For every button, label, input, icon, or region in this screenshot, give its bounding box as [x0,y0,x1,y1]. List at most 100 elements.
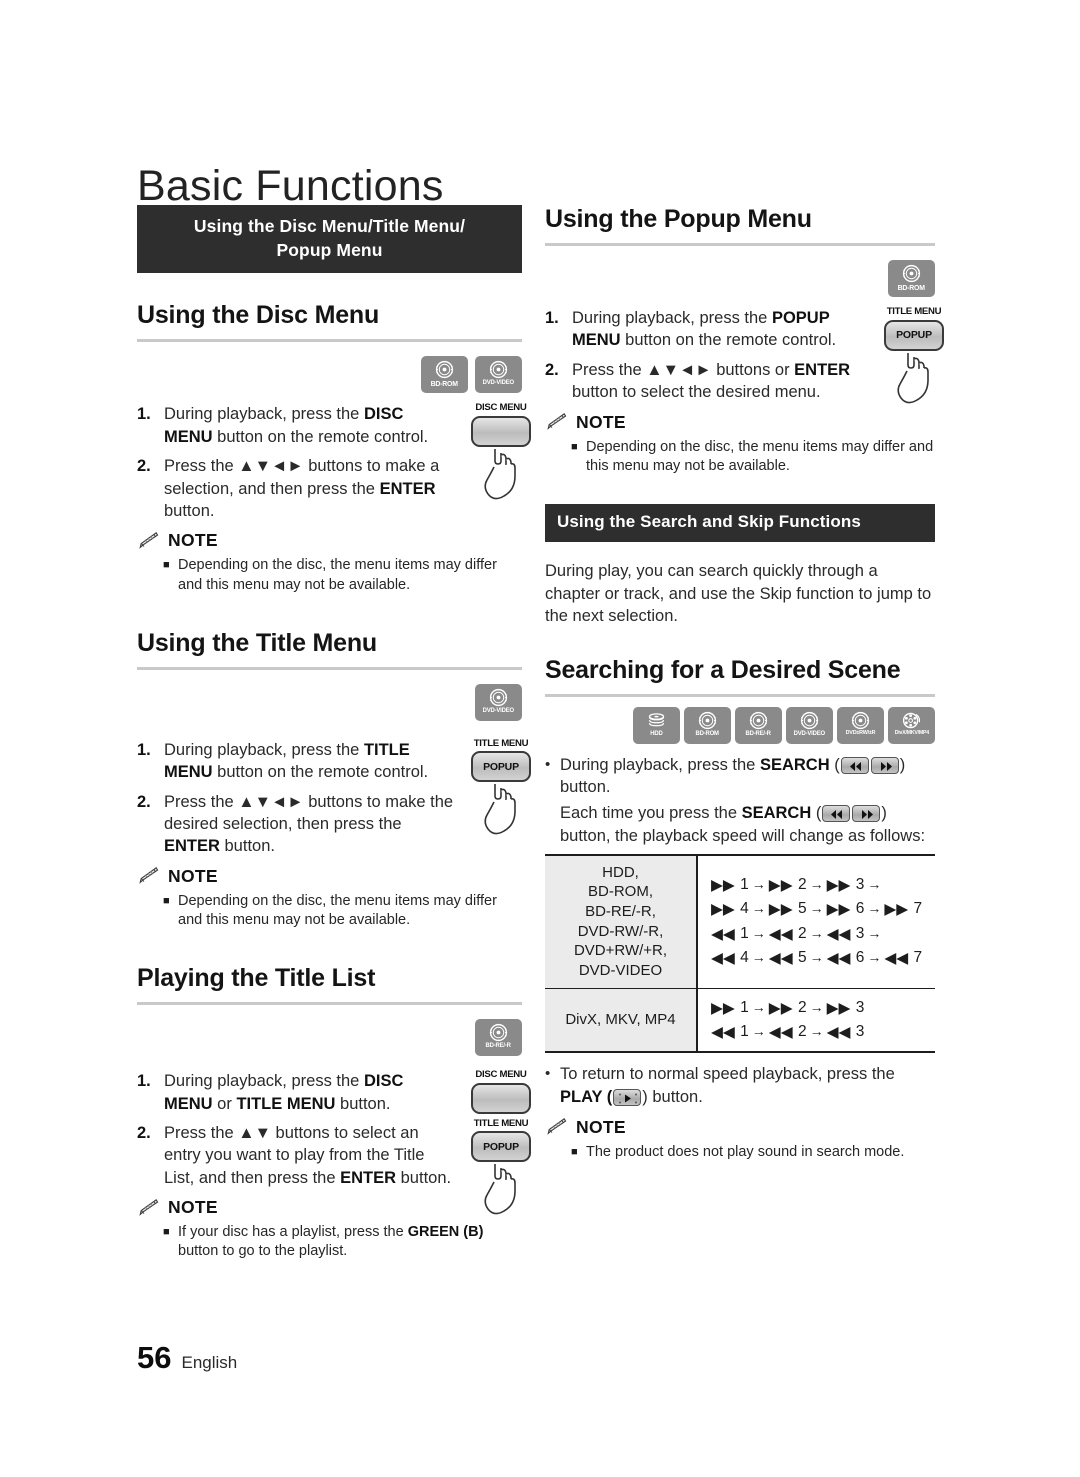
format-cell: DivX, MKV, MP4 [545,987,698,1054]
note-bullet: ■ [571,440,578,453]
table-row: DivX, MKV, MP4 ▶▶ 1 → ▶▶ 2 → ▶▶ 3 ◀◀ 1 → ◀◀ 2 →… [545,987,935,1054]
disc-icon [698,711,717,729]
pointing-hand-icon [484,784,516,835]
section-heading: Using the Disc Menu [137,301,380,330]
rewind-button-icon [840,756,869,774]
section-heading: Using the Popup Menu [545,205,812,233]
format-line: HDD, [602,863,639,881]
section-using-disc-menu: Using the Disc Menu BD-ROM DVD-VIDEO DIS… [137,301,531,594]
key-label: DISC MENU [475,1069,527,1081]
note-header: NOTE [137,866,522,887]
badge-caption: BD-RE/-R [485,1042,512,1050]
remote-key-disc-menu: DISC MENU [466,1070,536,1114]
format-line: DivX, MKV, MP4 [565,1011,676,1029]
step-item: 2. Press the ▲▼◄► buttons to make a sele… [137,455,455,522]
note-text: The product does not play sound in searc… [586,1143,905,1160]
step-text: During playback, press the DISC MENU or … [164,1072,404,1113]
badge-caption: HDD [650,729,663,737]
bullet-dot: • [545,755,551,773]
media-badge-row: DVD-VIDEO [137,683,522,721]
section-using-title-menu: Using the Title Menu DVD-VIDEO TITLE MEN… [137,628,531,930]
pointing-hand-icon [484,1164,516,1215]
heading-rule [137,1002,522,1006]
section-using-popup-menu: Using the Popup Menu BD-ROM TITLE MENU P… [545,205,944,476]
format-line: BD-ROM, [588,883,653,901]
badge-caption: BD-ROM [430,379,459,389]
rewind-button-icon [822,805,851,823]
step-item: 1. During playback, press the DISC MENU … [137,403,455,448]
badge-bd-re-r: BD-RE/-R [735,706,782,744]
step-number: 2. [545,360,559,379]
badge-caption: BD-ROM [695,729,720,737]
step-text: Press the ▲▼ buttons to select an entry … [164,1124,452,1187]
badge-caption: DVD±RW/±R [845,729,876,736]
banner-line-2: Popup Menu [276,239,383,260]
note-item: ■ Depending on the disc, the menu items … [137,556,522,594]
format-line: BD-RE/-R, [585,903,656,921]
note-list: ■ Depending on the disc, the menu items … [137,556,522,594]
badge-caption: BD-ROM [897,283,926,292]
steps-list: 1. During playback, press the DISC MENU … [137,1070,455,1189]
disc-icon [902,264,921,283]
step-item: 1. During playback, press the TITLE MENU… [137,739,455,784]
note-label: NOTE [576,411,626,432]
pencil-icon [139,1198,159,1216]
sequence-line: ◀◀ 4 → ◀◀ 5 → ◀◀ 6 → ◀◀ 7 [711,948,923,967]
remote-key-art-group: DISC MENU [466,403,544,519]
step-item: 2. Press the ▲▼ buttons to select an ent… [137,1122,455,1189]
badge-dvd-video: DVD-VIDEO [475,356,522,394]
bullet-text: During playback, press the SEARCH () but… [560,755,906,797]
note-item: ■ The product does not play sound in sea… [545,1143,935,1162]
step-item: 2. Press the ▲▼◄► buttons to make the de… [137,791,455,858]
note-list: ■ If your disc has a playlist, press the… [137,1223,522,1261]
steps-list: 1. During playback, press the DISC MENU … [137,403,455,522]
remote-key-art-group: TITLE MENU POPUP [466,737,544,855]
note-label: NOTE [168,865,218,886]
step-text: During playback, press the TITLE MENU bu… [164,740,429,782]
playback-speed-table: HDD, BD-ROM, BD-RE/-R, DVD-RW/-R, DVD+RW… [545,853,935,1054]
format-line: DVD-RW/-R, [577,922,664,940]
key-label: TITLE MENU [473,1117,529,1129]
key-label: TITLE MENU [473,737,529,749]
remote-key-title-menu-popup: TITLE MENU POPUP [466,1117,536,1235]
section-heading: Using the Title Menu [137,628,377,657]
left-column: Using the Disc Menu/Title Menu/ Popup Me… [137,205,531,1264]
step-text: Press the ▲▼◄► buttons or ENTER button t… [572,360,851,402]
badge-caption: BD-RE/-R [745,729,772,737]
bullet-text: To return to normal speed playback, pres… [560,1065,895,1106]
sequence-cell: ▶▶ 1 → ▶▶ 2 → ▶▶ 3 → ▶▶ 4 → ▶▶ 5 → ▶▶ 6 → ▶▶ 7 ◀◀ 1… [697,853,935,989]
page-title: Basic Functions [137,161,444,210]
disc-icon [489,1024,508,1042]
steps-list: 1. During playback, press the TITLE MENU… [137,739,455,858]
step-number: 1. [137,405,151,424]
step-number: 2. [137,457,151,476]
page-footer: 56 English [137,1340,237,1376]
pointing-hand-icon [897,352,929,403]
format-line: DVD-VIDEO [578,961,663,979]
sequence-line: ▶▶ 1 → ▶▶ 2 → ▶▶ 3 [711,998,865,1017]
film-icon [902,712,921,728]
right-column: Using the Popup Menu BD-ROM TITLE MENU P… [545,205,944,1164]
bullet-text: Each time you press the SEARCH () button… [560,804,926,846]
note-label: NOTE [576,1116,626,1137]
badge-bd-rom: BD-ROM [684,706,731,744]
note-label: NOTE [168,530,218,551]
step-number: 1. [545,309,559,327]
format-line: DVD+RW/+R, [573,942,668,960]
bullet-item: • During playback, press the SEARCH () b… [545,754,935,800]
remote-key-title-menu-popup: TITLE MENU POPUP [879,306,949,423]
disc-icon [800,711,819,729]
remote-key-title-menu-popup: TITLE MENU POPUP [466,737,536,855]
note-label: NOTE [168,1197,218,1218]
bullet-item: • To return to normal speed playback, pr… [545,1063,935,1109]
pencil-icon [547,413,567,431]
key-label: TITLE MENU [886,306,942,317]
remote-key-disc-menu: DISC MENU [466,403,536,519]
sequence-line: ▶▶ 4 → ▶▶ 5 → ▶▶ 6 → ▶▶ 7 [711,900,923,919]
media-badge-row: BD-ROM [545,260,935,297]
section-banner-disc-title-popup: Using the Disc Menu/Title Menu/ Popup Me… [137,205,522,274]
media-badge-row: BD-RE/-R [137,1019,522,1057]
disc-icon [435,361,454,379]
pencil-icon [139,531,159,549]
note-item: ■ Depending on the disc, the menu items … [545,438,935,476]
